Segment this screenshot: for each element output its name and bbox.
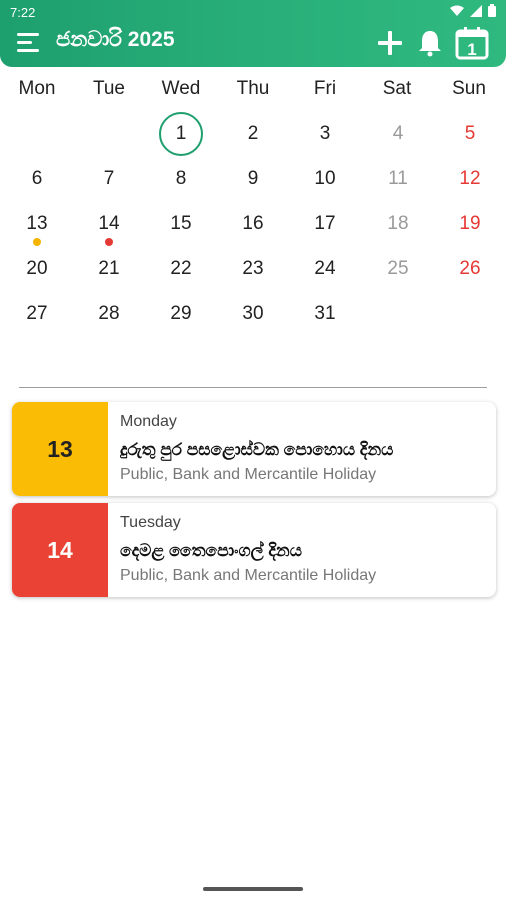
divider	[19, 387, 487, 388]
battery-icon	[488, 4, 496, 17]
event-dot	[105, 238, 113, 246]
month-title[interactable]: ජනවාරි 2025	[56, 28, 175, 52]
day-cell-24[interactable]: 24	[303, 247, 347, 291]
event-name: දුරුතු පුර පසළොස්වක පොහොය දිනය	[120, 440, 394, 459]
event-date: 14	[12, 503, 108, 597]
day-cell-20[interactable]: 20	[15, 247, 59, 291]
home-indicator[interactable]	[203, 887, 303, 891]
day-cell-22[interactable]: 22	[159, 247, 203, 291]
event-dot	[33, 238, 41, 246]
calendar-app: 7:22 ජනවාරි 2025 1 Mon Tue Wed Thu Fri S…	[0, 0, 506, 900]
day-cell-21[interactable]: 21	[87, 247, 131, 291]
status-icons	[450, 4, 496, 17]
day-cell-2[interactable]: 2	[231, 112, 275, 156]
add-icon[interactable]	[376, 29, 404, 57]
day-cell-5[interactable]: 5	[448, 112, 492, 156]
today-badge-number: 1	[467, 40, 476, 59]
event-date: 13	[12, 402, 108, 496]
day-cell-4[interactable]: 4	[376, 112, 420, 156]
weekday-label: Wed	[161, 78, 201, 99]
event-type: Public, Bank and Mercantile Holiday	[120, 567, 377, 584]
weekday-label: Sat	[382, 78, 412, 99]
weekday-header: Mon Tue Wed Thu Fri Sat Sun	[0, 78, 506, 104]
status-time: 7:22	[10, 5, 36, 20]
day-cell-12[interactable]: 12	[448, 157, 492, 201]
calendar-today-icon[interactable]: 1	[455, 26, 489, 60]
day-cell-3[interactable]: 3	[303, 112, 347, 156]
weekday-label: Mon	[18, 78, 56, 99]
event-card[interactable]: 13 Monday දුරුතු පුර පසළොස්වක පොහොය දිනය…	[12, 402, 496, 496]
event-weekday: Monday	[120, 413, 177, 430]
weekday-label: Thu	[236, 78, 270, 99]
day-cell-6[interactable]: 6	[15, 157, 59, 201]
day-cell-19[interactable]: 19	[448, 202, 492, 246]
event-name: දෙමළ තෛපොංගල් දිනය	[120, 541, 302, 560]
wifi-icon	[450, 5, 464, 16]
day-cell-18[interactable]: 18	[376, 202, 420, 246]
day-cell-31[interactable]: 31	[303, 292, 347, 336]
day-cell-7[interactable]: 7	[87, 157, 131, 201]
day-cell-8[interactable]: 8	[159, 157, 203, 201]
menu-icon[interactable]	[16, 30, 42, 54]
event-card[interactable]: 14 Tuesday දෙමළ තෛපොංගල් දිනය Public, Ba…	[12, 503, 496, 597]
day-cell-16[interactable]: 16	[231, 202, 275, 246]
day-cell-11[interactable]: 11	[376, 157, 420, 201]
day-cell-9[interactable]: 9	[231, 157, 275, 201]
weekday-label: Tue	[92, 78, 126, 99]
app-header: 7:22 ජනවාරි 2025 1	[0, 0, 506, 67]
day-cell-25[interactable]: 25	[376, 247, 420, 291]
day-cell-23[interactable]: 23	[231, 247, 275, 291]
weekday-label: Sun	[452, 78, 486, 99]
day-cell-30[interactable]: 30	[231, 292, 275, 336]
day-cell-26[interactable]: 26	[448, 247, 492, 291]
day-cell-28[interactable]: 28	[87, 292, 131, 336]
day-cell-17[interactable]: 17	[303, 202, 347, 246]
day-cell-27[interactable]: 27	[15, 292, 59, 336]
day-cell-10[interactable]: 10	[303, 157, 347, 201]
day-cell-1[interactable]: 1	[159, 112, 203, 156]
day-cell-29[interactable]: 29	[159, 292, 203, 336]
signal-icon	[470, 4, 482, 17]
day-cell-15[interactable]: 15	[159, 202, 203, 246]
event-weekday: Tuesday	[120, 514, 181, 531]
event-type: Public, Bank and Mercantile Holiday	[120, 466, 377, 483]
weekday-label: Fri	[313, 78, 337, 99]
bell-icon[interactable]	[418, 29, 442, 57]
